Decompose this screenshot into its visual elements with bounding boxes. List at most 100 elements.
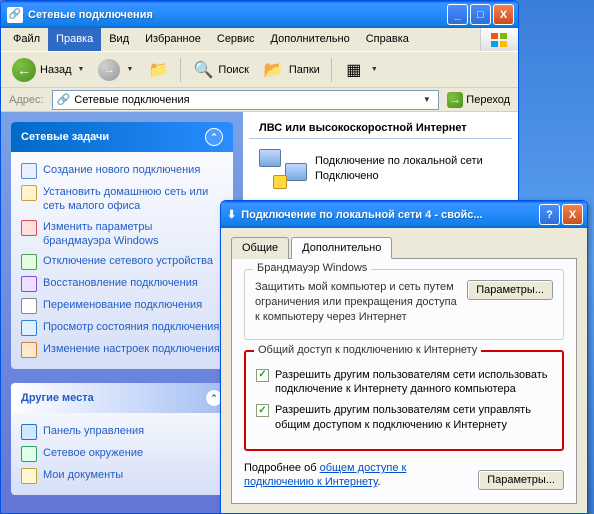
task-label: Отключение сетевого устройства [43, 254, 213, 268]
task-label: Панель управления [43, 424, 144, 438]
panel-title: Другие места [21, 392, 94, 404]
chevron-down-icon: ▼ [371, 66, 378, 73]
tab-content: Брандмауэр Windows Защитить мой компьюте… [231, 258, 577, 504]
sharing-fieldset: Общий доступ к подключению к Интернету ✓… [244, 350, 564, 451]
maximize-button[interactable]: □ [470, 4, 491, 25]
tab-strip: Общие Дополнительно [231, 236, 577, 258]
connection-icon [259, 149, 307, 189]
task-label: Создание нового подключения [43, 163, 200, 177]
separator [331, 58, 332, 82]
address-value: Сетевые подключения [74, 94, 415, 106]
link-my-documents[interactable]: Мои документы [21, 465, 223, 487]
forward-arrow-icon: → [98, 59, 120, 81]
search-label: Поиск [218, 64, 248, 76]
collapse-icon[interactable]: ⌃ [205, 128, 223, 146]
go-arrow-icon: → [447, 92, 463, 108]
footer-text-after: . [377, 476, 380, 488]
folders-button[interactable]: 📂 Папки [258, 56, 325, 84]
group-header: ЛВС или высокоскоростной Интернет [249, 116, 512, 139]
allow-control-label: Разрешить другим пользователям сети упра… [275, 403, 552, 433]
task-label: Изменение настроек подключения [43, 342, 220, 356]
help-button[interactable]: ? [539, 204, 560, 225]
address-bar: Адрес: 🔗 Сетевые подключения ▼ → Переход [1, 88, 518, 112]
dialog-close-button[interactable]: X [562, 204, 583, 225]
dialog-titlebar[interactable]: ⬇ Подключение по локальной сети 4 - свой… [221, 201, 587, 228]
chevron-down-icon: ▼ [78, 66, 85, 73]
minimize-button[interactable]: _ [447, 4, 468, 25]
task-label: Изменить параметры брандмауэра Windows [43, 220, 223, 249]
allow-control-checkbox[interactable]: ✓ [256, 404, 269, 417]
control-panel-icon [21, 424, 37, 440]
search-button[interactable]: 🔍 Поиск [187, 56, 253, 84]
allow-sharing-label: Разрешить другим пользователям сети испо… [275, 368, 552, 398]
allow-sharing-row[interactable]: ✓ Разрешить другим пользователям сети ис… [256, 368, 552, 398]
other-places-header[interactable]: Другие места ⌃ [11, 383, 233, 413]
task-label: Просмотр состояния подключения [43, 320, 219, 334]
toolbar: ← Назад ▼ → ▼ 📁 🔍 Поиск 📂 Папки ▦ ▼ [1, 52, 518, 88]
task-label: Переименование подключения [43, 298, 202, 312]
status-icon [21, 320, 37, 336]
views-button[interactable]: ▦ ▼ [338, 56, 383, 84]
dialog-footer: Подробнее об общем доступе к подключению… [244, 461, 564, 490]
link-network-places[interactable]: Сетевое окружение [21, 443, 223, 465]
menubar: Файл Правка Вид Избранное Сервис Дополни… [1, 28, 518, 52]
allow-sharing-checkbox[interactable]: ✓ [256, 369, 269, 382]
sharing-params-button[interactable]: Параметры... [478, 470, 564, 490]
task-firewall[interactable]: Изменить параметры брандмауэра Windows [21, 217, 223, 252]
menu-advanced[interactable]: Дополнительно [263, 28, 358, 51]
menu-help[interactable]: Справка [358, 28, 417, 51]
folders-label: Папки [289, 64, 320, 76]
task-disable[interactable]: Отключение сетевого устройства [21, 251, 223, 273]
task-rename[interactable]: Переименование подключения [21, 295, 223, 317]
firewall-icon [21, 220, 37, 236]
titlebar[interactable]: 🔗 Сетевые подключения _ □ X [1, 1, 518, 28]
close-button[interactable]: X [493, 4, 514, 25]
go-button[interactable]: → Переход [443, 90, 514, 110]
other-places-panel: Другие места ⌃ Панель управления Сетевое… [11, 383, 233, 495]
menu-view[interactable]: Вид [101, 28, 137, 51]
task-home-network[interactable]: Установить домашнюю сеть или сеть малого… [21, 182, 223, 217]
task-label: Восстановление подключения [43, 276, 198, 290]
network-tasks-header[interactable]: Сетевые задачи ⌃ [11, 122, 233, 152]
task-label: Сетевое окружение [43, 446, 143, 460]
forward-button[interactable]: → ▼ [93, 56, 138, 84]
back-button[interactable]: ← Назад ▼ [7, 55, 89, 85]
connection-item[interactable]: Подключение по локальной сети Подключено [243, 139, 518, 199]
task-settings[interactable]: Изменение настроек подключения [21, 339, 223, 361]
allow-control-row[interactable]: ✓ Разрешить другим пользователям сети уп… [256, 403, 552, 433]
tab-advanced[interactable]: Дополнительно [291, 237, 392, 259]
repair-icon [21, 276, 37, 292]
connection-name: Подключение по локальной сети [315, 154, 483, 169]
firewall-params-button[interactable]: Параметры... [467, 280, 553, 300]
folder-up-icon: 📁 [147, 59, 169, 81]
menu-favorites[interactable]: Избранное [137, 28, 209, 51]
chevron-down-icon: ▼ [126, 66, 133, 73]
address-input[interactable]: 🔗 Сетевые подключения ▼ [52, 90, 440, 110]
task-repair[interactable]: Восстановление подключения [21, 273, 223, 295]
sidebar: Сетевые задачи ⌃ Создание нового подключ… [1, 112, 243, 513]
link-control-panel[interactable]: Панель управления [21, 421, 223, 443]
menu-edit[interactable]: Правка [48, 28, 101, 51]
footer-text-before: Подробнее об [244, 462, 320, 474]
windows-logo-icon [480, 28, 518, 51]
tab-general[interactable]: Общие [231, 237, 289, 259]
panel-title: Сетевые задачи [21, 131, 109, 143]
firewall-fieldset: Брандмауэр Windows Защитить мой компьюте… [244, 269, 564, 340]
menu-file[interactable]: Файл [5, 28, 48, 51]
back-arrow-icon: ← [12, 58, 36, 82]
address-dropdown[interactable]: ▼ [419, 95, 434, 104]
menu-tools[interactable]: Сервис [209, 28, 263, 51]
back-label: Назад [40, 64, 72, 76]
address-label: Адрес: [5, 94, 48, 106]
task-new-connection[interactable]: Создание нового подключения [21, 160, 223, 182]
separator [180, 58, 181, 82]
up-button[interactable]: 📁 [142, 56, 174, 84]
connection-status: Подключено [315, 169, 483, 184]
task-status[interactable]: Просмотр состояния подключения [21, 317, 223, 339]
new-connection-icon [21, 163, 37, 179]
settings-icon [21, 342, 37, 358]
sharing-legend: Общий доступ к подключению к Интернету [254, 344, 481, 356]
rename-icon [21, 298, 37, 314]
task-label: Установить домашнюю сеть или сеть малого… [43, 185, 223, 214]
disable-icon [21, 254, 37, 270]
